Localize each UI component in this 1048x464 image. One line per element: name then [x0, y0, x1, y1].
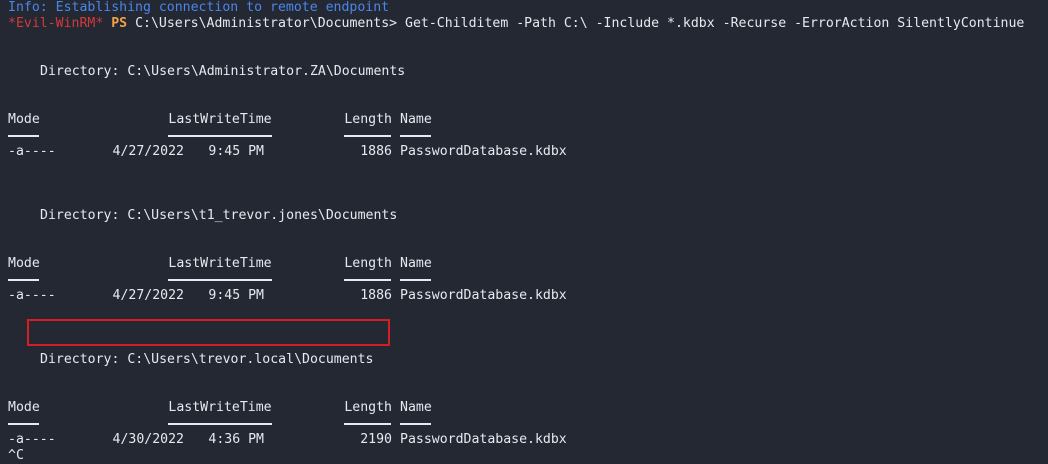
table-header: Mode LastWriteTime Length Name — [8, 256, 1048, 272]
cell-date: 4/27/2022 — [112, 288, 184, 303]
header-length: Length — [344, 400, 392, 415]
cell-length: 2190 — [360, 432, 392, 447]
header-underline — [8, 416, 1048, 432]
cell-name: PasswordDatabase.kdbx — [400, 288, 567, 303]
header-underline — [8, 272, 1048, 288]
prompt-path: C:\Users\Administrator\Documents> — [135, 16, 398, 31]
table-row: -a---- 4/27/2022 9:45 PM 1886 PasswordDataba… — [8, 144, 1048, 160]
directory-heading-highlighted: Directory: C:\Users\trevor.local\Documen… — [40, 352, 374, 367]
header-mode: Mode — [8, 400, 40, 415]
cell-mode: -a---- — [8, 432, 56, 447]
cell-name: PasswordDatabase.kdbx — [400, 432, 567, 447]
cell-mode: -a---- — [8, 288, 56, 303]
header-name: Name — [400, 256, 432, 271]
header-length: Length — [344, 256, 392, 271]
header-name: Name — [400, 112, 432, 127]
cell-length: 1886 — [360, 144, 392, 159]
header-mode: Mode — [8, 256, 40, 271]
highlight-box — [27, 319, 390, 346]
header-mode: Mode — [8, 112, 40, 127]
cell-time: 4:36 PM — [208, 432, 264, 447]
terminal-window[interactable]: Info: Establishing connection to remote … — [0, 0, 1048, 463]
header-lastwritetime: LastWriteTime — [168, 256, 272, 271]
cell-date: 4/27/2022 — [112, 144, 184, 159]
cell-mode: -a---- — [8, 144, 56, 159]
table-header: Mode LastWriteTime Length Name — [8, 400, 1048, 416]
header-underline — [8, 128, 1048, 144]
command-line[interactable]: *Evil-WinRM* PS C:\Users\Administrator\D… — [8, 16, 1048, 32]
command-text: Get-Childitem -Path C:\ -Include *.kdbx … — [405, 16, 1025, 31]
cell-name: PasswordDatabase.kdbx — [400, 144, 567, 159]
table-row: -a---- 4/30/2022 4:36 PM 2190 PasswordDataba… — [8, 432, 1048, 448]
table-header: Mode LastWriteTime Length Name — [8, 112, 1048, 128]
cell-length: 1886 — [360, 288, 392, 303]
info-line: Info: Establishing connection to remote … — [8, 0, 390, 15]
cell-date: 4/30/2022 — [112, 432, 184, 447]
cell-time: 9:45 PM — [208, 288, 264, 303]
header-name: Name — [400, 400, 432, 415]
directory-heading: Directory: C:\Users\t1_trevor.jones\Docu… — [40, 208, 398, 223]
header-lastwritetime: LastWriteTime — [168, 400, 272, 415]
header-length: Length — [344, 112, 392, 127]
header-lastwritetime: LastWriteTime — [168, 112, 272, 127]
cell-time: 9:45 PM — [208, 144, 264, 159]
interrupt-line: ^C — [8, 448, 24, 463]
table-row: -a---- 4/27/2022 9:45 PM 1886 PasswordDataba… — [8, 288, 1048, 304]
prompt-ps: PS — [111, 16, 128, 31]
directory-heading: Directory: C:\Users\Administrator.ZA\Doc… — [40, 64, 406, 79]
prompt-host: *Evil-WinRM* — [8, 16, 104, 31]
